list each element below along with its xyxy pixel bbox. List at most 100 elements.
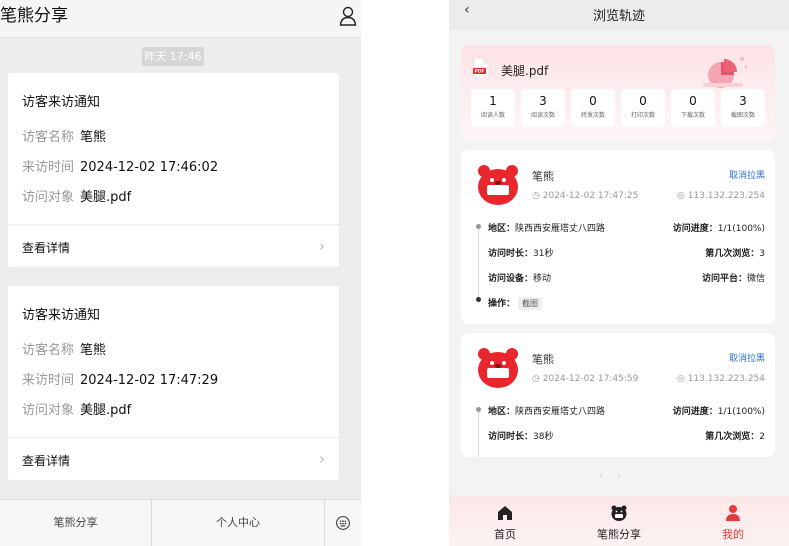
visit-duration: 访问时长：31秒: [488, 246, 553, 259]
notice-row-object: 访问对象 美腿.pdf: [22, 399, 131, 418]
chevron-left-icon[interactable]: ‹: [599, 470, 617, 481]
kv-label: 第几次浏览：: [705, 249, 760, 259]
visit-ip-text: 113.132.223.254: [687, 374, 765, 384]
row-value: 笔熊: [80, 130, 107, 145]
globe-icon: ◎: [676, 191, 688, 201]
clock-icon: ◷: [532, 191, 543, 201]
stat-forwards: 0 转发次数: [571, 89, 615, 127]
notice-row-time: 来访时间 2024-12-02 17:47:29: [22, 369, 218, 388]
visitor-notice-card: 访客来访通知 访客名称 笔熊 来访时间 2024-12-02 17:47:29 访问…: [8, 286, 339, 480]
row-value: 2024-12-02 17:46:02: [80, 160, 219, 175]
visit-region: 地区：陕西西安雁塔丈八四路: [488, 404, 605, 417]
row-key: 访客名称: [22, 343, 75, 358]
kv-value: 移动: [533, 274, 552, 284]
screen: 笔熊分享 昨天 17:46 访客来访通知 访客名称 笔熊 来访时间 2024-12-…: [0, 0, 789, 546]
tab-bixiong-share[interactable]: 笔熊分享: [569, 495, 669, 546]
row-key: 来访时间: [22, 373, 75, 388]
menu-bixiong-share[interactable]: 笔熊分享: [0, 500, 152, 546]
row-value: 2024-12-02 17:47:29: [80, 373, 219, 388]
notice-row-time: 来访时间 2024-12-02 17:46:02: [22, 156, 218, 175]
divider: [8, 437, 339, 438]
visit-operation: 操作： 截图: [488, 296, 543, 310]
tab-mine[interactable]: 我的: [683, 495, 783, 546]
unblock-button[interactable]: 取消拉黑: [729, 351, 765, 364]
menu-personal-center[interactable]: 个人中心: [152, 500, 325, 546]
chevron-right-icon[interactable]: ›: [617, 470, 635, 481]
page-header: ‹ 浏览轨迹: [449, 0, 789, 30]
stat-value: 3: [539, 94, 547, 108]
divider: [8, 224, 339, 225]
svg-text:PDF: PDF: [475, 69, 485, 75]
stat-reads: 3 阅读次数: [521, 89, 565, 127]
stat-value: 0: [639, 94, 647, 108]
kv-label: 访问平台：: [701, 274, 747, 284]
row-key: 访问对象: [22, 403, 75, 418]
visitor-notice-card: 访客来访通知 访客名称 笔熊 来访时间 2024-12-02 17:46:02 访问…: [8, 73, 339, 267]
stat-label: 打印次数: [630, 112, 655, 119]
user-profile-icon[interactable]: [339, 6, 357, 26]
kv-label: 地区：: [488, 407, 516, 417]
kv-label: 访问时长：: [488, 249, 534, 259]
visit-platform: 访问平台：微信: [702, 271, 765, 284]
visit-progress: 访问进度：1/1(100%): [673, 221, 765, 234]
chevron-right-icon[interactable]: ›: [319, 450, 325, 468]
stat-downloads: 0 下载次数: [671, 89, 715, 127]
stat-value: 0: [689, 94, 697, 108]
keyboard-toggle[interactable]: [325, 500, 361, 546]
notice-row-visitor: 访客名称 笔熊: [22, 339, 106, 358]
bear-avatar-icon: [478, 165, 518, 205]
row-key: 访客名称: [22, 130, 75, 145]
chat-menu-bar: 笔熊分享 个人中心: [0, 499, 361, 546]
stat-value: 0: [589, 94, 597, 108]
keyboard-icon[interactable]: [335, 515, 351, 531]
timeline-dot: [476, 297, 481, 302]
home-icon: [498, 506, 512, 520]
kv-value: 陕西西安雁塔丈八四路: [515, 407, 606, 417]
notice-title: 访客来访通知: [22, 308, 101, 323]
bottom-tab-bar: 首页 笔熊分享 我的: [449, 495, 789, 546]
tab-label: 首页: [494, 528, 516, 541]
stat-value: 3: [739, 94, 747, 108]
kv-value: 38秒: [533, 432, 554, 442]
kv-label: 访问进度：: [672, 224, 718, 234]
kv-value: 1/1(100%): [717, 407, 765, 417]
kv-label: 第几次浏览：: [705, 432, 760, 442]
notice-row-object: 访问对象 美腿.pdf: [22, 186, 131, 205]
visit-duration: 访问时长：38秒: [488, 429, 553, 442]
view-details-link[interactable]: 查看详情: [22, 239, 70, 256]
operation-tag: 截图: [518, 297, 543, 310]
pdf-file-icon: PDF: [473, 58, 490, 77]
visit-time: ◷ 2024-12-02 17:45:59: [532, 374, 638, 384]
tab-label: 笔熊分享: [597, 528, 641, 541]
timeline-line: [478, 410, 479, 457]
kv-label: 地区：: [488, 224, 516, 234]
visit-ip-text: 113.132.223.254: [687, 191, 765, 201]
file-name: 美腿.pdf: [501, 64, 549, 78]
visit-time-text: 2024-12-02 17:45:59: [542, 374, 639, 384]
kv-label: 访问设备：: [488, 274, 534, 284]
unblock-button[interactable]: 取消拉黑: [729, 168, 765, 181]
visit-time-text: 2024-12-02 17:47:25: [542, 191, 639, 201]
stat-label: 阅读人数: [480, 112, 505, 119]
stat-label: 截图次数: [730, 112, 755, 119]
view-details-link[interactable]: 查看详情: [22, 452, 70, 469]
pager-arrows[interactable]: ‹›: [599, 470, 635, 481]
visit-record-card: 笔熊 取消拉黑 ◷ 2024-12-02 17:45:59 ◎ 113.132.…: [461, 333, 775, 457]
kv-label: 访问进度：: [672, 407, 718, 417]
stat-value: 1: [489, 94, 497, 108]
stat-readers: 1 阅读人数: [471, 89, 515, 127]
globe-icon: ◎: [676, 374, 688, 384]
chat-panel: 笔熊分享 昨天 17:46 访客来访通知 访客名称 笔熊 来访时间 2024-12-…: [0, 0, 361, 546]
row-key: 访问对象: [22, 190, 75, 205]
visit-nth: 第几次浏览：3: [705, 246, 765, 259]
kv-value: 1/1(100%): [717, 224, 765, 234]
chevron-right-icon[interactable]: ›: [319, 237, 325, 255]
kv-value: 微信: [746, 274, 765, 284]
timeline-line: [478, 227, 479, 300]
chat-title: 笔熊分享: [0, 6, 68, 26]
visit-record-card: 笔熊 取消拉黑 ◷ 2024-12-02 17:47:25 ◎ 113.132.…: [461, 150, 775, 324]
tab-home[interactable]: 首页: [455, 495, 555, 546]
row-value: 美腿.pdf: [80, 190, 132, 205]
notice-row-visitor: 访客名称 笔熊: [22, 126, 106, 145]
user-icon: [726, 505, 740, 521]
